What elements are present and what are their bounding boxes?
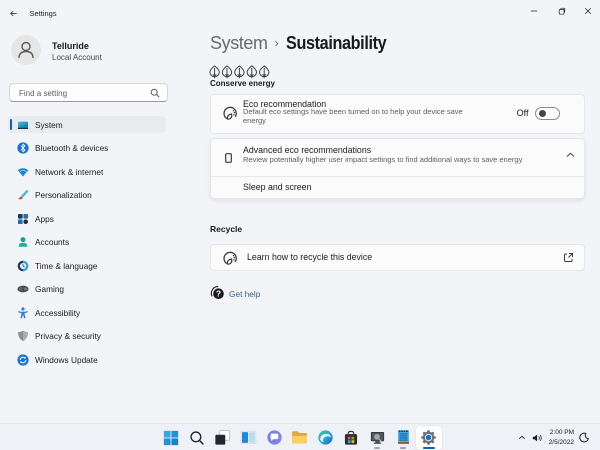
svg-text:?: ? bbox=[216, 289, 221, 299]
